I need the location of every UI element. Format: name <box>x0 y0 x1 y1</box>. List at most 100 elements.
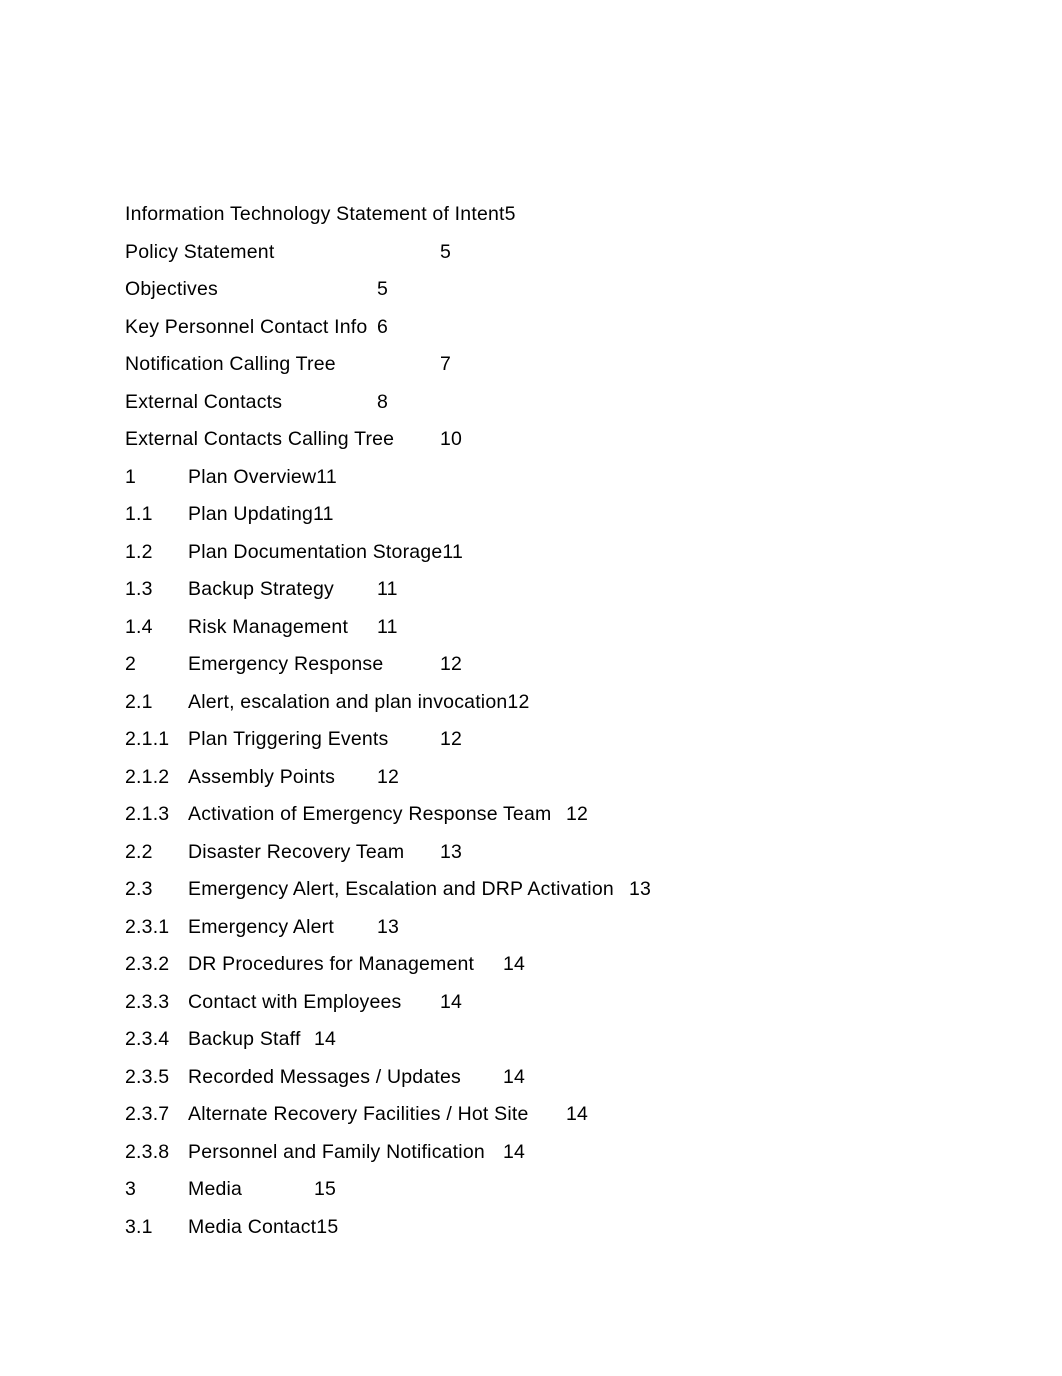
toc-entry-number: 2.3.5 <box>125 1065 170 1088</box>
toc-entry[interactable]: 2 Emergency Response 12 <box>125 646 1005 684</box>
toc-entry-page-number: 13 <box>440 840 463 863</box>
toc-entry-title: Information Technology Statement of Inte… <box>125 203 505 225</box>
toc-entry-page-number: 14 <box>503 1065 526 1088</box>
toc-entry-title: Risk Management <box>188 615 349 638</box>
toc-entry-page-number: 13 <box>377 915 400 938</box>
toc-entry-title: Plan Overview <box>188 465 317 488</box>
toc-entry-number: 2.1.3 <box>125 803 170 825</box>
toc-entry-number: 1 <box>125 465 137 488</box>
toc-entry-title: Emergency Alert <box>188 915 334 938</box>
toc-entry-title: Key Personnel Contact Info <box>125 315 368 338</box>
toc-entry[interactable]: 2.1.1 Plan Triggering Events 12 <box>125 721 1005 759</box>
toc-entry-number: 2.1 <box>125 690 153 713</box>
toc-entry[interactable]: 2.3.2 DR Procedures for Management 14 <box>125 946 1005 984</box>
toc-entry-number: 2.3 <box>125 878 153 900</box>
toc-entry-number: 2.2 <box>125 840 153 863</box>
toc-entry[interactable]: 2.1.3 Activation of Emergency Response Te… <box>125 796 1005 834</box>
toc-entry-title: External Contacts <box>125 390 283 413</box>
toc-entry[interactable]: 2.3.1 Emergency Alert 13 <box>125 909 1005 947</box>
toc-entry[interactable]: 2.3 Emergency Alert, Escalation and DRP A… <box>125 871 1005 909</box>
toc-entry-page-number: 10 <box>440 428 463 450</box>
toc-entry-title: Contact with Employees <box>188 990 402 1013</box>
toc-entry-page-number: 14 <box>503 1140 526 1163</box>
toc-entry-title: Disaster Recovery Team <box>188 840 405 863</box>
toc-entry[interactable]: 2.2 Disaster Recovery Team 13 <box>125 834 1005 872</box>
toc-entry[interactable]: Notification Calling Tree 7 <box>125 346 1005 384</box>
toc-entry-page-number: 14 <box>503 953 526 975</box>
toc-entry[interactable]: 2.3.4 Backup Staff 14 <box>125 1021 1005 1059</box>
toc-entry-page-number: 15 <box>314 1178 337 1200</box>
toc-entry-title: Backup Staff <box>188 1028 301 1050</box>
toc-entry-title: Media Contact <box>188 1215 317 1238</box>
toc-entry-title: Backup Strategy <box>188 578 335 600</box>
toc-entry[interactable]: 1 Plan Overview11 <box>125 459 1005 497</box>
toc-entry-title: Recorded Messages / Updates <box>188 1065 461 1088</box>
toc-entry-page-number: 12 <box>507 690 530 713</box>
toc-entry-number: 2.3.2 <box>125 953 170 975</box>
toc-entry[interactable]: Information Technology Statement of Inte… <box>125 196 1005 234</box>
toc-entry[interactable]: External Contacts Calling Tree 10 <box>125 421 1005 459</box>
document-page: Information Technology Statement of Inte… <box>0 0 1062 1376</box>
toc-entry[interactable]: 2.3.7 Alternate Recovery Facilities / Hot… <box>125 1096 1005 1134</box>
toc-entry-title: Alternate Recovery Facilities / Hot Site <box>188 1103 529 1125</box>
toc-entry-page-number: 12 <box>377 765 400 788</box>
toc-entry-page-number: 14 <box>440 990 463 1013</box>
toc-entry-page-number: 14 <box>566 1103 589 1125</box>
toc-entry[interactable]: 3 Media 15 <box>125 1171 1005 1209</box>
table-of-contents: Information Technology Statement of Inte… <box>125 196 1005 1246</box>
toc-entry-title: Assembly Points <box>188 765 336 788</box>
toc-entry[interactable]: 1.1 Plan Updating11 <box>125 496 1005 534</box>
toc-entry-page-number: 5 <box>504 203 516 225</box>
toc-entry-page-number: 12 <box>566 803 589 825</box>
toc-entry-title: Activation of Emergency Response Team <box>188 803 552 825</box>
toc-entry-page-number: 15 <box>316 1215 339 1238</box>
toc-entry[interactable]: Policy Statement 5 <box>125 234 1005 272</box>
toc-entry-title: Policy Statement <box>125 240 275 263</box>
toc-entry[interactable]: 2.3.5 Recorded Messages / Updates 14 <box>125 1059 1005 1097</box>
toc-entry[interactable]: Key Personnel Contact Info 6 <box>125 309 1005 347</box>
toc-entry-number: 1.1 <box>125 503 153 525</box>
toc-entry-title: Plan Updating <box>188 503 314 525</box>
toc-entry-page-number: 11 <box>377 615 398 638</box>
toc-entry-page-number: 8 <box>377 390 389 413</box>
toc-entry[interactable]: 2.3.3 Contact with Employees 14 <box>125 984 1005 1022</box>
toc-entry[interactable]: 3.1 Media Contact15 <box>125 1209 1005 1247</box>
toc-entry[interactable]: Objectives 5 <box>125 271 1005 309</box>
toc-entry-title: Plan Documentation Storage <box>188 540 443 563</box>
toc-entry[interactable]: External Contacts 8 <box>125 384 1005 422</box>
toc-entry-title: DR Procedures for Management <box>188 953 475 975</box>
toc-entry-title: Notification Calling Tree <box>125 353 336 375</box>
toc-entry-title: Plan Triggering Events <box>188 728 389 750</box>
toc-entry[interactable]: 1.2 Plan Documentation Storage11 <box>125 534 1005 572</box>
toc-entry-page-number: 13 <box>629 878 652 900</box>
toc-entry-number: 1.3 <box>125 578 153 600</box>
toc-entry-title: Emergency Response <box>188 653 384 675</box>
toc-entry-number: 2.3.7 <box>125 1103 170 1125</box>
toc-entry-title: Emergency Alert, Escalation and DRP Acti… <box>188 878 614 900</box>
toc-entry-number: 2.3.8 <box>125 1140 170 1163</box>
toc-entry-number: 2 <box>125 653 137 675</box>
toc-entry-page-number: 12 <box>440 653 463 675</box>
toc-entry-number: 2.3.4 <box>125 1028 170 1050</box>
toc-entry[interactable]: 2.1.2 Assembly Points 12 <box>125 759 1005 797</box>
toc-entry-page-number: 11 <box>442 540 464 563</box>
toc-entry-page-number: 6 <box>377 315 389 338</box>
toc-entry-page-number: 11 <box>377 578 398 600</box>
toc-entry-page-number: 11 <box>313 503 334 525</box>
toc-entry-number: 3 <box>125 1178 137 1200</box>
toc-entry-number: 1.2 <box>125 540 153 563</box>
toc-entry[interactable]: 1.3 Backup Strategy 11 <box>125 571 1005 609</box>
toc-entry-number: 2.1.1 <box>125 728 170 750</box>
toc-entry-number: 3.1 <box>125 1215 153 1238</box>
toc-entry-number: 2.1.2 <box>125 765 170 788</box>
toc-entry[interactable]: 2.3.8 Personnel and Family Notification 14 <box>125 1134 1005 1172</box>
toc-entry-title: Alert, escalation and plan invocation <box>188 690 508 713</box>
toc-entry-page-number: 5 <box>377 278 389 300</box>
toc-entry[interactable]: 2.1 Alert, escalation and plan invocation… <box>125 684 1005 722</box>
toc-entry-title: Personnel and Family Notification <box>188 1140 485 1163</box>
toc-entry-title: External Contacts Calling Tree <box>125 428 395 450</box>
toc-entry[interactable]: 1.4 Risk Management 11 <box>125 609 1005 647</box>
toc-entry-number: 1.4 <box>125 615 153 638</box>
toc-entry-number: 2.3.1 <box>125 915 170 938</box>
toc-entry-page-number: 5 <box>440 240 452 263</box>
